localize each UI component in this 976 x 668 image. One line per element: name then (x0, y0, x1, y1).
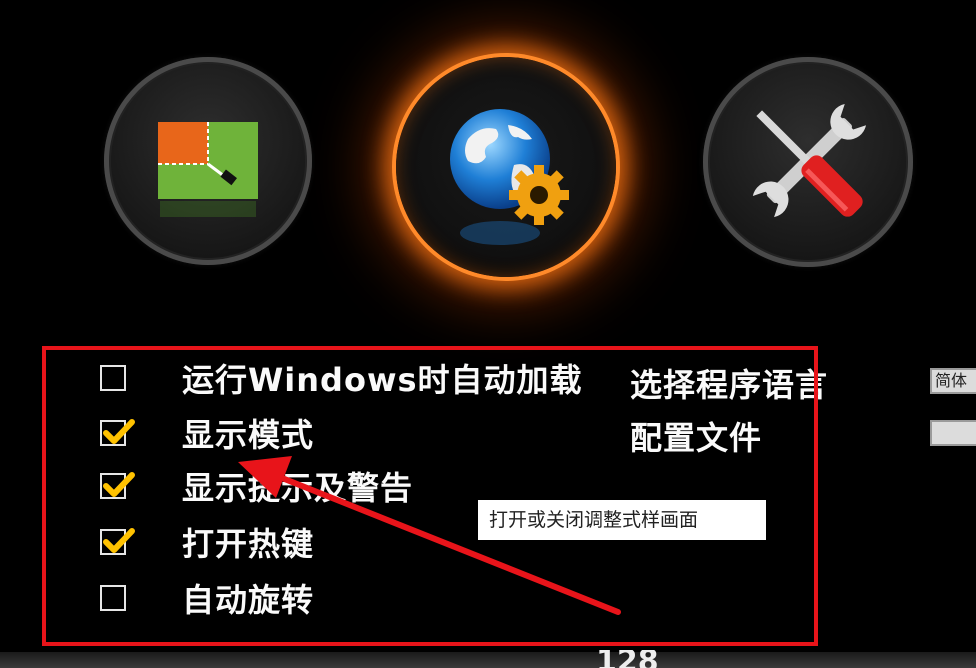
wrench-screwdriver-icon (752, 104, 866, 218)
display-layout-icon (158, 122, 258, 217)
network-settings-button[interactable] (396, 57, 616, 277)
tools-button[interactable] (703, 57, 913, 267)
settings-screen: 运行Windows时自动加载 显示模式 显示提示及警告 打开热键 自动旋转 选择… (0, 0, 976, 668)
display-mode-button[interactable] (104, 57, 312, 265)
tooltip: 打开或关闭调整式样画面 (478, 500, 766, 540)
footer-partial-text: 128 (596, 650, 659, 668)
profile-select[interactable] (930, 420, 976, 446)
globe-gear-icon (450, 109, 569, 245)
bottom-strip (0, 652, 976, 668)
highlight-frame (42, 346, 818, 646)
language-select[interactable]: 简体 (930, 368, 976, 394)
